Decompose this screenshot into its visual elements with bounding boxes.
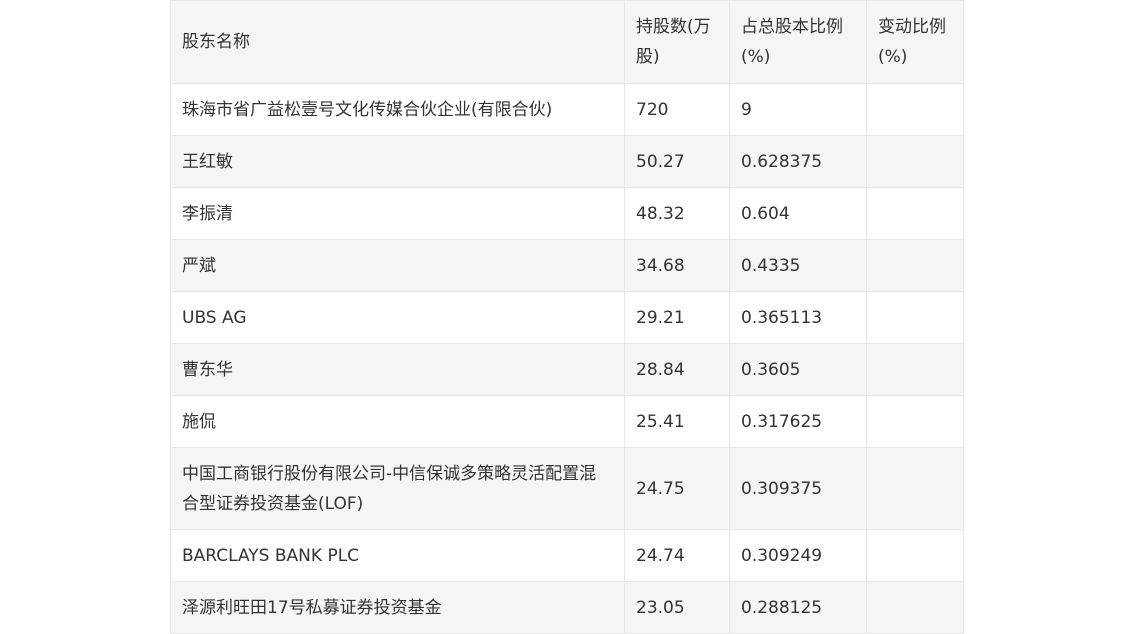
table-row: 施侃 25.41 0.317625 [170, 395, 964, 448]
cell-change [866, 239, 964, 292]
cell-shares: 23.05 [624, 581, 730, 634]
cell-ratio: 0.317625 [729, 395, 867, 448]
shareholder-table: 股东名称 持股数(万股) 占总股本比例(%) 变动比例(%) 珠海市省广益松壹号… [170, 0, 964, 634]
table-row: 珠海市省广益松壹号文化传媒合伙企业(有限合伙) 720 9 [170, 83, 964, 136]
table-row: UBS AG 29.21 0.365113 [170, 291, 964, 344]
table-row: 王红敏 50.27 0.628375 [170, 135, 964, 188]
cell-name: 王红敏 [170, 135, 625, 188]
table-row: 泽源利旺田17号私募证券投资基金 23.05 0.288125 [170, 581, 964, 634]
cell-shares: 24.74 [624, 529, 730, 582]
cell-ratio: 0.309249 [729, 529, 867, 582]
header-change: 变动比例(%) [866, 0, 964, 84]
cell-name: 泽源利旺田17号私募证券投资基金 [170, 581, 625, 634]
cell-shares: 48.32 [624, 187, 730, 240]
table-row: 曹东华 28.84 0.3605 [170, 343, 964, 396]
header-shareholder-name: 股东名称 [170, 0, 625, 84]
cell-name: 中国工商银行股份有限公司-中信保诚多策略灵活配置混合型证券投资基金(LOF) [170, 447, 625, 530]
cell-change [866, 447, 964, 530]
cell-shares: 50.27 [624, 135, 730, 188]
cell-ratio: 0.365113 [729, 291, 867, 344]
cell-change [866, 291, 964, 344]
table-row: 李振清 48.32 0.604 [170, 187, 964, 240]
cell-change [866, 581, 964, 634]
cell-ratio: 9 [729, 83, 867, 136]
cell-change [866, 529, 964, 582]
table-row: BARCLAYS BANK PLC 24.74 0.309249 [170, 529, 964, 582]
cell-shares: 24.75 [624, 447, 730, 530]
cell-shares: 720 [624, 83, 730, 136]
shareholder-table-container: 股东名称 持股数(万股) 占总股本比例(%) 变动比例(%) 珠海市省广益松壹号… [170, 0, 964, 634]
cell-name: 施侃 [170, 395, 625, 448]
cell-ratio: 0.4335 [729, 239, 867, 292]
cell-name: 珠海市省广益松壹号文化传媒合伙企业(有限合伙) [170, 83, 625, 136]
cell-shares: 34.68 [624, 239, 730, 292]
cell-shares: 28.84 [624, 343, 730, 396]
header-ratio: 占总股本比例(%) [729, 0, 867, 84]
table-row: 严斌 34.68 0.4335 [170, 239, 964, 292]
cell-ratio: 0.628375 [729, 135, 867, 188]
cell-name: BARCLAYS BANK PLC [170, 529, 625, 582]
cell-name: 曹东华 [170, 343, 625, 396]
cell-change [866, 187, 964, 240]
cell-shares: 25.41 [624, 395, 730, 448]
cell-ratio: 0.3605 [729, 343, 867, 396]
cell-change [866, 135, 964, 188]
cell-ratio: 0.309375 [729, 447, 867, 530]
cell-shares: 29.21 [624, 291, 730, 344]
table-header-row: 股东名称 持股数(万股) 占总股本比例(%) 变动比例(%) [170, 0, 964, 84]
header-shares: 持股数(万股) [624, 0, 730, 84]
cell-name: 李振清 [170, 187, 625, 240]
cell-change [866, 343, 964, 396]
cell-ratio: 0.288125 [729, 581, 867, 634]
cell-ratio: 0.604 [729, 187, 867, 240]
cell-change [866, 395, 964, 448]
cell-change [866, 83, 964, 136]
table-row: 中国工商银行股份有限公司-中信保诚多策略灵活配置混合型证券投资基金(LOF) 2… [170, 447, 964, 530]
cell-name: 严斌 [170, 239, 625, 292]
cell-name: UBS AG [170, 291, 625, 344]
